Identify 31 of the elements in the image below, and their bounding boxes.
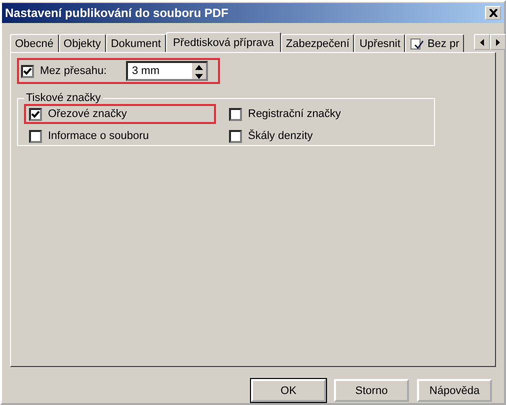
- checkbox[interactable]: [29, 130, 42, 142]
- left-arrow-icon: [480, 38, 484, 46]
- close-icon: [488, 9, 498, 17]
- right-arrow-icon: [496, 38, 500, 46]
- spin-arrows-icon[interactable]: [192, 63, 206, 79]
- checkbox[interactable]: [21, 64, 34, 78]
- tab[interactable]: Bez pr: [405, 34, 464, 52]
- checkbox-label: Informace o souboru: [48, 130, 149, 142]
- checkbox[interactable]: [229, 108, 242, 120]
- dialog-button[interactable]: OK: [251, 379, 326, 402]
- close-button[interactable]: [485, 6, 501, 20]
- bleed-label: Mez přesahu:: [40, 65, 108, 77]
- checkbox[interactable]: [29, 108, 42, 120]
- group-title: Tiskové značky: [25, 92, 102, 104]
- checkbox[interactable]: [229, 130, 242, 142]
- checkbox-label: Škály denzity: [248, 130, 313, 142]
- tab[interactable]: Obecné: [10, 34, 59, 52]
- dialog-button[interactable]: Storno: [334, 379, 409, 402]
- scroll-right-button[interactable]: [490, 34, 506, 50]
- window-title: Nastavení publikování do souboru PDF: [5, 6, 228, 20]
- tab[interactable]: Dokument: [106, 34, 166, 52]
- bleed-spin-field[interactable]: 3 mm: [126, 61, 208, 81]
- scroll-left-button[interactable]: [474, 34, 490, 50]
- tab[interactable]: Objekty: [58, 34, 106, 52]
- checkbox-label: Registrační značky: [248, 108, 341, 120]
- dialog-button[interactable]: Nápověda: [417, 379, 492, 402]
- tab[interactable]: Upřesnit: [354, 34, 406, 52]
- tab[interactable]: Zabezpečení: [280, 34, 354, 52]
- checkbox-label: Ořezové značky: [48, 108, 127, 120]
- document-check-icon: [410, 38, 424, 50]
- tab[interactable]: Předtisková příprava: [166, 32, 281, 52]
